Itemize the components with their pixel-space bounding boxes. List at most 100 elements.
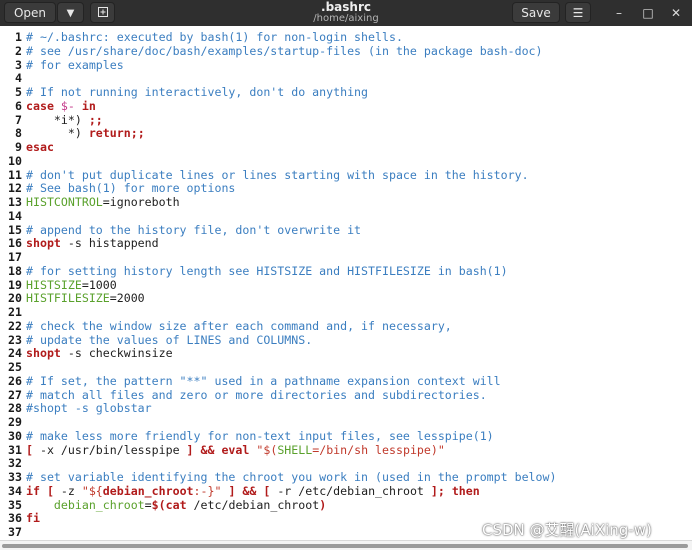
code-line[interactable]: 27 # match all files and zero or more dir…: [0, 388, 692, 402]
line-number: 9: [15, 140, 22, 154]
code-token: # update the values of LINES and COLUMNS…: [26, 332, 313, 347]
code-text: # ~/.bashrc: executed by bash(1) for non…: [26, 30, 403, 44]
code-line[interactable]: 2 # see /usr/share/doc/bash/examples/star…: [0, 44, 692, 58]
code-token: # append to the history file, don't over…: [26, 222, 362, 237]
line-number: 2: [15, 43, 22, 58]
code-line[interactable]: 14: [0, 209, 692, 223]
code-text: shopt -s histappend: [26, 236, 159, 250]
code-line[interactable]: 28 #shopt -s globstar: [0, 401, 692, 415]
code-line[interactable]: 25: [0, 360, 692, 374]
code-text: # append to the history file, don't over…: [26, 223, 361, 237]
save-button[interactable]: Save: [512, 2, 560, 23]
code-text: # for setting history length see HISTSIZ…: [26, 264, 508, 278]
code-token: *i*): [26, 112, 89, 127]
code-line[interactable]: 18 # for setting history length see HISTS…: [0, 264, 692, 278]
line-number: 37: [8, 525, 22, 539]
code-token: # see /usr/share/doc/bash/examples/start…: [26, 43, 543, 58]
code-line[interactable]: 32: [0, 456, 692, 470]
code-token: # make less more friendly for non-text i…: [26, 428, 494, 443]
code-token: # for examples: [26, 57, 124, 72]
code-line[interactable]: 4: [0, 71, 692, 85]
code-token: shopt: [26, 346, 61, 361]
line-number: 10: [8, 153, 22, 168]
code-text: [ -x /usr/bin/lesspipe ] && eval "$(SHEL…: [26, 443, 445, 457]
code-token: =ignoreboth: [102, 195, 180, 209]
line-number: 26: [8, 373, 22, 388]
code-line[interactable]: 20 HISTFILESIZE=2000: [0, 291, 692, 305]
line-number: 23: [8, 332, 22, 347]
line-number: 25: [8, 360, 22, 374]
code-line[interactable]: 21: [0, 305, 692, 319]
code-line[interactable]: 13 HISTCONTROL=ignoreboth: [0, 195, 692, 209]
code-line[interactable]: 24 shopt -s checkwinsize: [0, 346, 692, 360]
minimize-button[interactable]: –: [607, 0, 631, 26]
code-token: esac: [26, 140, 54, 154]
line-number: 16: [8, 236, 22, 251]
code-token: =1000: [81, 277, 117, 292]
line-number: 32: [8, 456, 22, 471]
code-token: $(: [151, 497, 166, 512]
close-button[interactable]: ✕: [664, 0, 688, 26]
code-text: shopt -s checkwinsize: [26, 346, 173, 360]
code-line[interactable]: 29: [0, 415, 692, 429]
code-token: # ~/.bashrc: executed by bash(1) for non…: [26, 30, 403, 44]
code-line[interactable]: 9 esac: [0, 140, 692, 154]
code-text: #shopt -s globstar: [26, 401, 152, 415]
code-line[interactable]: 7 *i*) ;;: [0, 113, 692, 127]
code-token: ] && [: [228, 483, 271, 498]
code-line[interactable]: 15 # append to the history file, don't ov…: [0, 223, 692, 237]
code-line[interactable]: 35 debian_chroot=$(cat /etc/debian_chroo…: [0, 498, 692, 512]
code-token: # set variable identifying the chroot yo…: [26, 470, 557, 484]
code-text: # If not running interactively, don't do…: [26, 85, 368, 99]
line-number: 28: [8, 401, 22, 416]
code-line[interactable]: 12 # See bash(1) for more options: [0, 181, 692, 195]
code-token: shopt: [26, 236, 61, 251]
code-line[interactable]: 22 # check the window size after each com…: [0, 319, 692, 333]
code-line[interactable]: 6 case $- in: [0, 99, 692, 113]
code-line[interactable]: 19 HISTSIZE=1000: [0, 278, 692, 292]
hamburger-icon: ☰: [572, 6, 584, 20]
code-line[interactable]: 1 # ~/.bashrc: executed by bash(1) for no…: [0, 30, 692, 44]
code-token: HISTSIZE: [26, 277, 82, 292]
code-line[interactable]: 10: [0, 154, 692, 168]
code-text: # see /usr/share/doc/bash/examples/start…: [26, 44, 543, 58]
line-number: 22: [8, 318, 22, 333]
line-number: 36: [8, 511, 22, 526]
code-line[interactable]: 16 shopt -s histappend: [0, 236, 692, 250]
maximize-button[interactable]: □: [636, 0, 660, 26]
code-token: ]; then: [430, 483, 480, 498]
code-line[interactable]: 31 [ -x /usr/bin/lesspipe ] && eval "$(SH…: [0, 443, 692, 457]
code-token: #shopt -s globstar: [26, 401, 152, 416]
code-text: case $- in: [26, 99, 96, 113]
code-token: SHELL: [277, 442, 313, 457]
code-line[interactable]: 23 # update the values of LINES and COLUM…: [0, 333, 692, 347]
code-text: if [ -z "${debian_chroot:-}" ] && [ -r /…: [26, 484, 480, 498]
line-number: 24: [8, 346, 22, 361]
code-token: # See bash(1) for more options: [26, 181, 236, 196]
code-line[interactable]: 5 # If not running interactively, don't d…: [0, 85, 692, 99]
horizontal-scrollbar[interactable]: [0, 540, 692, 550]
scrollbar-thumb[interactable]: [2, 544, 688, 548]
code-token: [: [26, 442, 33, 457]
code-token: :-}": [193, 483, 222, 498]
line-number: 27: [8, 387, 22, 402]
code-token: if [: [26, 483, 54, 498]
code-line[interactable]: 34 if [ -z "${debian_chroot:-}" ] && [ -r…: [0, 484, 692, 498]
code-line[interactable]: 33 # set variable identifying the chroot …: [0, 470, 692, 484]
code-token: # for setting history length see HISTSIZ…: [26, 263, 508, 278]
line-number: 11: [8, 167, 22, 182]
code-text: debian_chroot=$(cat /etc/debian_chroot): [26, 498, 326, 512]
text-editor-area[interactable]: 1 # ~/.bashrc: executed by bash(1) for no…: [0, 26, 692, 540]
code-line[interactable]: 17: [0, 250, 692, 264]
hamburger-menu-button[interactable]: ☰: [565, 2, 591, 23]
code-line[interactable]: 8 *) return;;: [0, 126, 692, 140]
code-line[interactable]: 26 # If set, the pattern "**" used in a p…: [0, 374, 692, 388]
code-line[interactable]: 11 # don't put duplicate lines or lines s…: [0, 168, 692, 182]
code-token: =/bin/sh lesspipe)": [312, 442, 445, 457]
code-line[interactable]: 3 # for examples: [0, 58, 692, 72]
code-token: -r /etc/debian_chroot: [270, 483, 431, 498]
watermark-text: CSDN @艾醒(AiXing-w): [482, 521, 652, 539]
code-text: # make less more friendly for non-text i…: [26, 429, 494, 443]
code-line[interactable]: 30 # make less more friendly for non-text…: [0, 429, 692, 443]
